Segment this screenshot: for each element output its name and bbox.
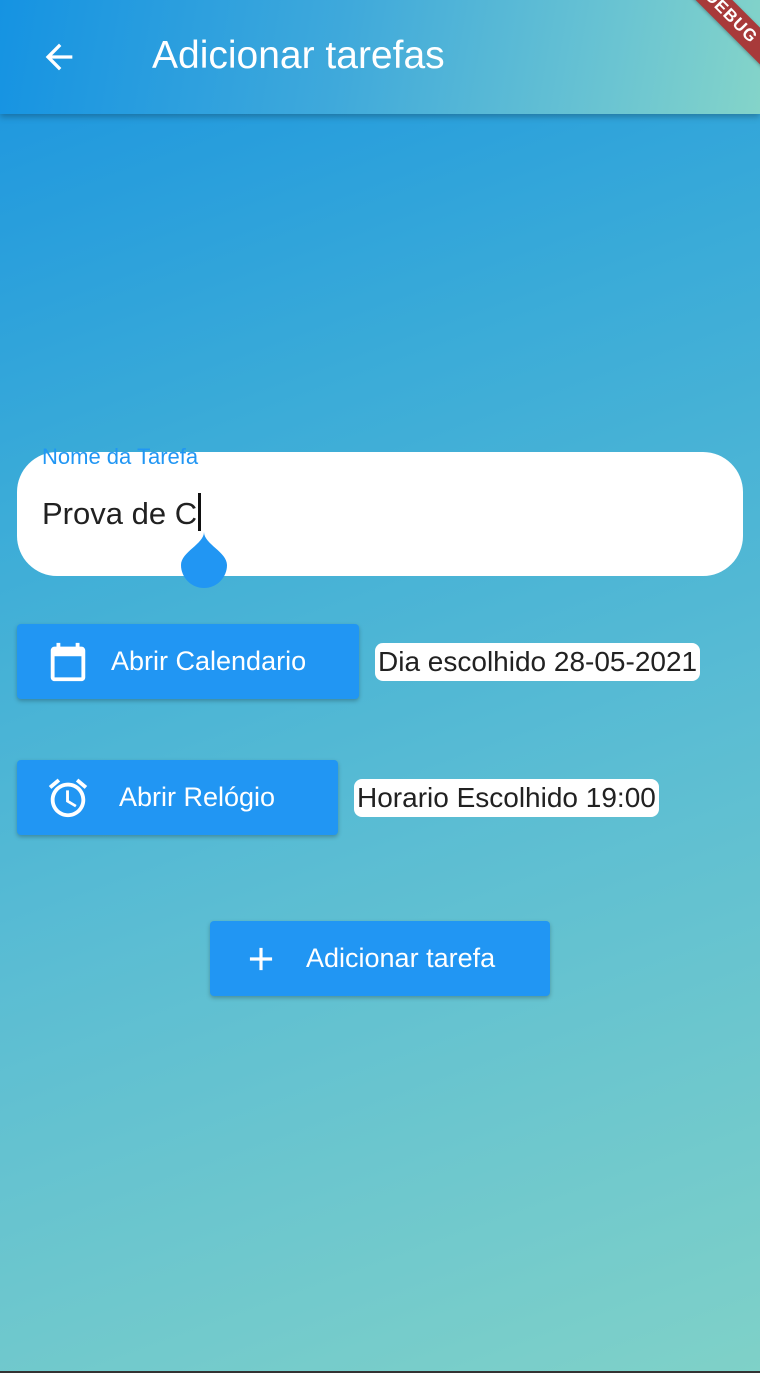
app-bar: Adicionar tarefas xyxy=(0,0,760,114)
calendar-icon xyxy=(45,638,91,686)
open-calendar-label: Abrir Calendario xyxy=(111,646,307,676)
selected-date-display: Dia escolhido 28-05-2021 xyxy=(375,643,701,681)
task-name-value: Prova de C xyxy=(42,496,198,531)
text-selection-handle[interactable] xyxy=(181,532,227,588)
task-name-label: Nome da Tarefa xyxy=(42,444,199,469)
add-task-label: Adicionar tarefa xyxy=(306,943,496,973)
plus-icon xyxy=(242,940,280,978)
text-cursor xyxy=(198,493,202,531)
add-task-button[interactable]: Adicionar tarefa xyxy=(210,921,550,996)
back-button[interactable] xyxy=(28,26,90,88)
arrow-left-icon xyxy=(45,43,73,71)
open-clock-label: Abrir Relógio xyxy=(119,782,276,812)
open-calendar-button[interactable]: Abrir Calendario xyxy=(17,624,359,699)
alarm-clock-icon xyxy=(45,775,91,821)
page-title: Adicionar tarefas xyxy=(152,34,445,77)
open-clock-button[interactable]: Abrir Relógio xyxy=(17,760,338,835)
task-name-input[interactable]: Prova de C xyxy=(42,493,202,532)
selected-time-display: Horario Escolhido 19:00 xyxy=(354,779,659,817)
